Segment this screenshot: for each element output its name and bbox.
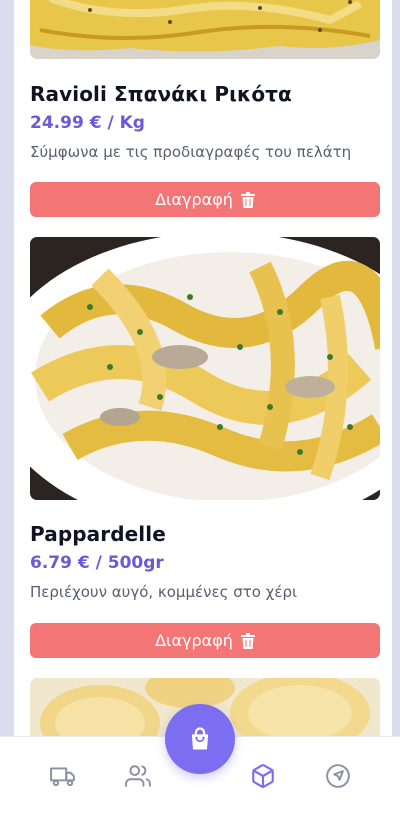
nav-deliveries[interactable] xyxy=(49,763,77,789)
delete-button-label: Διαγραφή xyxy=(155,631,233,650)
delete-button-label: Διαγραφή xyxy=(155,190,233,209)
trash-icon xyxy=(240,191,255,208)
product-image xyxy=(30,237,380,500)
product-name: Ravioli Σπανάκι Ρικότα xyxy=(30,82,292,106)
nav-products[interactable] xyxy=(249,763,277,789)
left-edge xyxy=(0,0,14,813)
app-viewport: Ravioli Σπανάκι Ρικότα 24.99 € / Kg Σύμφ… xyxy=(0,0,400,813)
nav-routes[interactable] xyxy=(324,763,352,789)
delete-button[interactable]: Διαγραφή xyxy=(30,623,380,658)
nav-customers[interactable] xyxy=(124,763,152,789)
right-edge xyxy=(392,0,400,813)
users-icon xyxy=(125,765,151,787)
product-description: Περιέχουν αυγό, κομμένες στο χέρι xyxy=(30,583,298,601)
product-name: Pappardelle xyxy=(30,522,166,546)
product-price: 6.79 € / 500gr xyxy=(30,553,164,573)
product-image xyxy=(30,0,380,59)
package-icon xyxy=(252,764,274,788)
product-list[interactable]: Ravioli Σπανάκι Ρικότα 24.99 € / Kg Σύμφ… xyxy=(14,0,392,813)
truck-icon xyxy=(50,767,75,787)
trash-icon xyxy=(240,632,255,649)
navigation-icon xyxy=(326,764,350,788)
orders-fab-button[interactable] xyxy=(165,704,235,774)
product-price: 24.99 € / Kg xyxy=(30,113,145,133)
delete-button[interactable]: Διαγραφή xyxy=(30,182,380,217)
product-description: Σύμφωνα με τις προδιαγραφές του πελάτη xyxy=(30,143,352,161)
shopping-bag-icon xyxy=(191,727,209,750)
